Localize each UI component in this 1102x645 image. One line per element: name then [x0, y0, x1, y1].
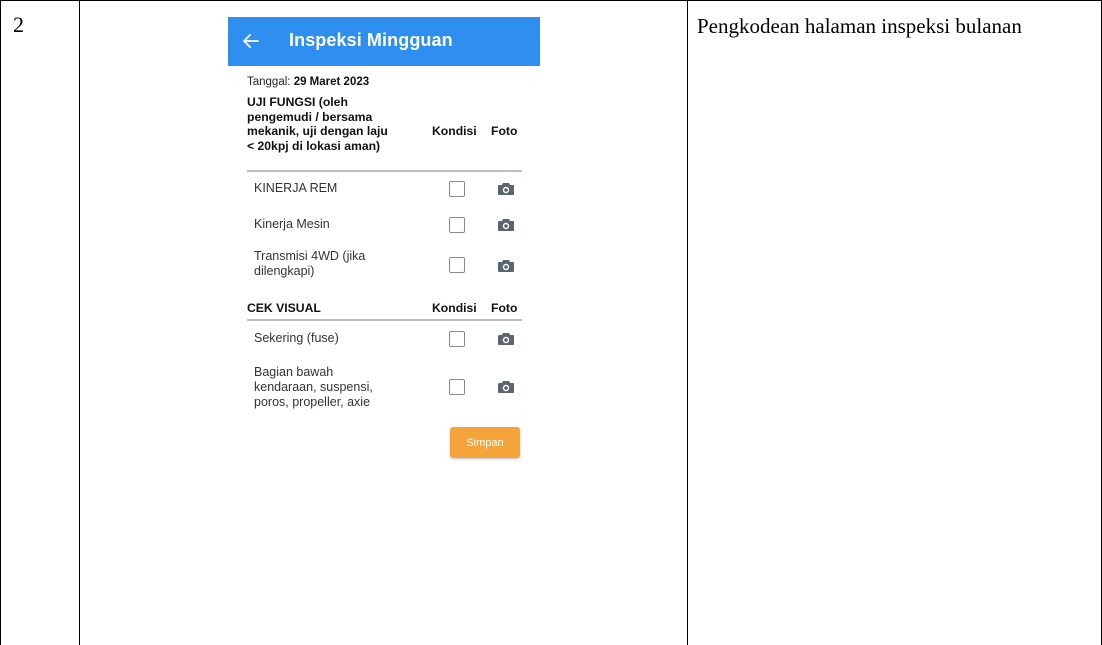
camera-icon[interactable]	[498, 218, 514, 231]
section-divider	[247, 319, 522, 321]
section-title-uji-fungsi: UJI FUNGSI (oleh pengemudi / bersama mek…	[247, 95, 388, 153]
column-header-kondisi: Kondisi	[432, 301, 477, 315]
list-item-label: Kinerja Mesin	[254, 217, 330, 231]
list-item-label: Sekering (fuse)	[254, 331, 339, 345]
table-left-border	[0, 0, 1, 645]
row-description: Pengkodean halaman inspeksi bulanan	[697, 14, 1022, 38]
table-col-divider-1	[79, 0, 80, 645]
kondisi-checkbox[interactable]	[449, 379, 465, 395]
kondisi-checkbox[interactable]	[449, 181, 465, 197]
section-title-cek-visual: CEK VISUAL	[247, 301, 321, 315]
app-screenshot: Inspeksi Mingguan Tanggal: 29 Maret 2023…	[228, 17, 540, 645]
camera-icon[interactable]	[498, 182, 514, 195]
kondisi-checkbox[interactable]	[449, 217, 465, 233]
camera-icon[interactable]	[498, 259, 514, 272]
kondisi-checkbox[interactable]	[449, 331, 465, 347]
date-label: Tanggal:	[247, 76, 291, 88]
save-button[interactable]: Simpan	[450, 427, 520, 458]
list-item-label: KINERJA REM	[254, 181, 338, 195]
list-item-label: Transmisi 4WD (jika dilengkapi)	[254, 249, 366, 278]
app-title: Inspeksi Mingguan	[289, 30, 453, 50]
table-top-border	[0, 0, 1102, 1]
app-bar: Inspeksi Mingguan	[228, 17, 540, 66]
camera-icon[interactable]	[498, 380, 514, 393]
camera-icon[interactable]	[498, 332, 514, 345]
section-divider	[247, 170, 522, 172]
list-item-label: Bagian bawah kendaraan, suspensi, poros,…	[254, 365, 373, 409]
row-number: 2	[13, 12, 24, 37]
date-value: 29 Maret 2023	[293, 76, 370, 88]
kondisi-checkbox[interactable]	[449, 257, 465, 273]
table-col-divider-2	[687, 0, 688, 645]
column-header-kondisi: Kondisi	[432, 124, 477, 138]
column-header-foto: Foto	[491, 301, 518, 315]
column-header-foto: Foto	[491, 124, 518, 138]
date-line: Tanggal: 29 Maret 2023	[247, 76, 369, 88]
arrow-left-icon[interactable]	[242, 29, 262, 53]
